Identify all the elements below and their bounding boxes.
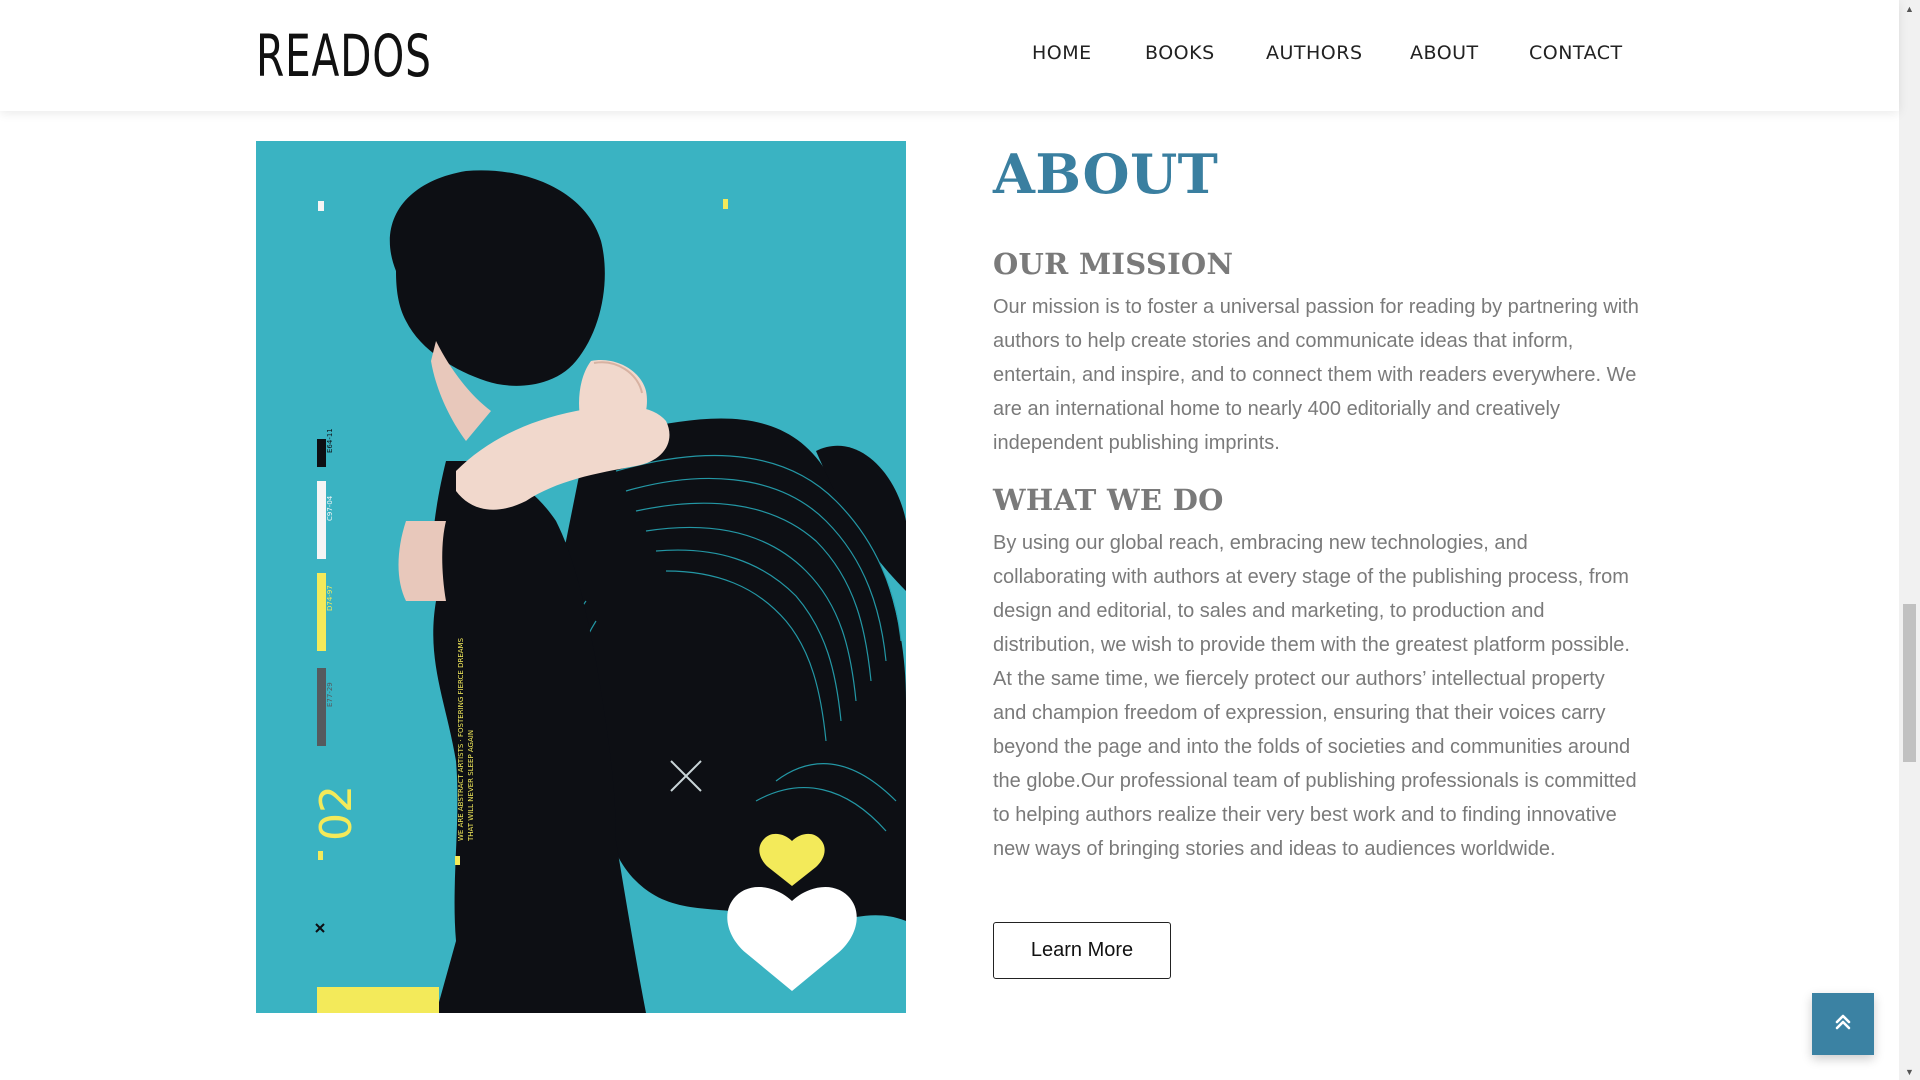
site-logo[interactable]: READOS: [256, 22, 432, 90]
svg-text:THAT WILL NEVER SLEEP AGAIN: THAT WILL NEVER SLEEP AGAIN: [467, 730, 475, 842]
double-chevron-up-icon: [1832, 1009, 1854, 1040]
svg-text:E77-29: E77-29: [326, 682, 334, 707]
about-title: ABOUT: [993, 142, 1219, 206]
what-we-do-paragraph: By using our global reach, embracing new…: [993, 532, 1637, 860]
scroll-up-arrow-icon[interactable]: ▲: [1899, 0, 1920, 17]
svg-text:02: 02: [311, 785, 362, 841]
nav-contact[interactable]: CONTACT: [1529, 42, 1623, 64]
mission-title: OUR MISSION: [993, 247, 1234, 281]
nav-books[interactable]: BOOKS: [1145, 42, 1215, 64]
svg-text:C97-04: C97-04: [326, 495, 334, 521]
page-scrollbar[interactable]: ▲ ▼: [1899, 0, 1920, 1080]
svg-text:WE ARE ABSTRACT ARTISTS · FOST: WE ARE ABSTRACT ARTISTS · FOSTERING FIER…: [457, 637, 465, 841]
learn-more-button[interactable]: Learn More: [993, 922, 1171, 979]
about-poster-image: E64-11 C97-04 D74-97 E77-29 02 WE ARE AB…: [256, 141, 906, 1013]
nav-home[interactable]: HOME: [1032, 42, 1092, 64]
scroll-down-arrow-icon[interactable]: ▼: [1899, 1063, 1920, 1080]
svg-text:E64-11: E64-11: [326, 428, 334, 453]
site-header: READOS HOME BOOKS AUTHORS ABOUT CONTACT: [0, 0, 1899, 111]
mission-paragraph: Our mission is to foster a universal pas…: [993, 296, 1639, 454]
svg-text:D74-97: D74-97: [326, 585, 334, 611]
nav-about[interactable]: ABOUT: [1410, 42, 1479, 64]
scroll-to-top-button[interactable]: [1812, 993, 1874, 1055]
poster-illustration: E64-11 C97-04 D74-97 E77-29 02 WE ARE AB…: [256, 141, 906, 1013]
nav-authors[interactable]: AUTHORS: [1266, 42, 1363, 64]
what-we-do-title: WHAT WE DO: [993, 483, 1224, 517]
scrollbar-thumb[interactable]: [1903, 604, 1916, 762]
